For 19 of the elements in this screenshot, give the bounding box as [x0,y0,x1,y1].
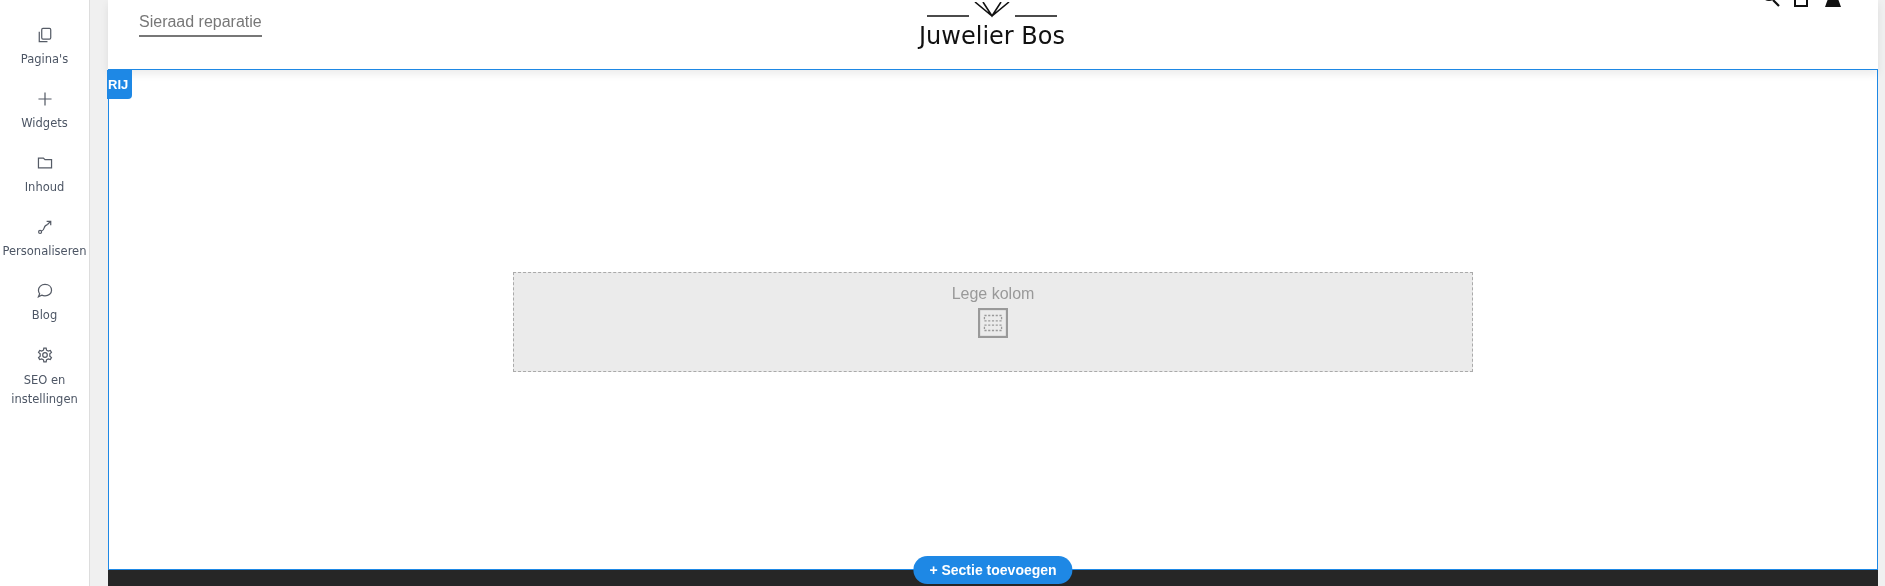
folder-icon [35,154,54,172]
empty-column-label: Lege kolom [951,284,1035,303]
sidebar-item[interactable]: SEO en instellingen [0,346,89,410]
column-layout-icon [978,307,1008,338]
sidebar-item[interactable]: Personaliseren [0,218,89,282]
plus-icon [35,90,54,108]
diamond-logo-icon [927,2,1057,18]
add-section-button[interactable]: + Sectie toevoegen [913,556,1073,584]
sidebar-item[interactable]: Widgets [0,90,89,154]
nav-link[interactable]: Sieraad reparatie [139,13,262,37]
route-icon [35,218,54,236]
logo-text: Juwelier Bos [919,22,1065,50]
sidebar-item[interactable]: Inhoud [0,154,89,218]
sidebar-item[interactable]: Blog [0,282,89,346]
row-label[interactable]: RIJ [107,70,133,99]
speech-bubble-icon [35,282,54,300]
settings-icon [35,346,54,364]
sidebar-item[interactable]: Pagina's [0,0,89,90]
shopping-bag-icon[interactable] [1793,0,1809,8]
